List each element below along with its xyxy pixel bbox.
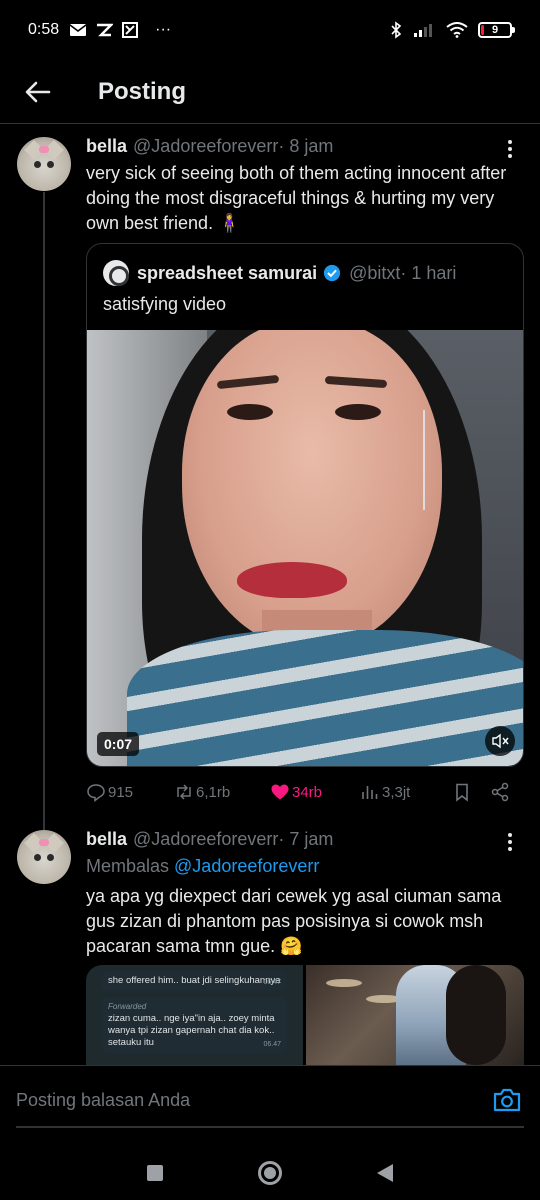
post-timestamp: · 7 jam xyxy=(278,829,334,849)
notification-icons: ··· xyxy=(69,21,171,39)
avatar[interactable] xyxy=(17,830,71,884)
app-icon xyxy=(97,23,114,37)
arrow-left-icon xyxy=(25,81,51,102)
share-button[interactable] xyxy=(490,782,510,802)
chat-message-text: she offered him.. buat jdi selingkuhanny… xyxy=(108,975,281,986)
author-name[interactable]: bella xyxy=(86,829,127,850)
home-button[interactable] xyxy=(257,1160,282,1185)
repost-count: 6,1rb xyxy=(196,783,231,801)
camera-button[interactable] xyxy=(492,1086,522,1116)
share-icon xyxy=(491,782,509,802)
avatar[interactable] xyxy=(17,137,71,191)
view-count: 3,3jt xyxy=(382,783,411,801)
like-count: 34rb xyxy=(292,783,323,801)
views-button[interactable]: 3,3jt xyxy=(360,782,452,802)
quoted-author-handle: @bitxt xyxy=(349,262,401,283)
media-photo[interactable] xyxy=(306,965,524,1065)
quoted-post-text: satisfying video xyxy=(103,294,227,314)
media-grid: she offered him.. buat jdi selingkuhanny… xyxy=(86,965,524,1065)
video-player[interactable]: 0:07 xyxy=(87,330,523,766)
recents-button[interactable] xyxy=(147,1164,164,1181)
page-title: Posting xyxy=(98,77,186,105)
chat-message-time: 06.47 xyxy=(263,979,281,986)
post-text: ya apa yg diexpect dari cewek yg asal ci… xyxy=(86,886,502,956)
bookmark-icon xyxy=(456,783,468,802)
quoted-author-name: spreadsheet samurai xyxy=(137,262,318,283)
reply-compose-bar: Posting balasan Anda xyxy=(0,1065,540,1145)
status-bar: 0:58 ··· 9 xyxy=(0,0,540,60)
battery-percent: 9 xyxy=(491,24,499,36)
media-chat-screenshot[interactable]: she offered him.. buat jdi selingkuhanny… xyxy=(86,965,303,1065)
quoted-post-header: spreadsheet samurai @bitxt · 1 hari xyxy=(103,260,456,286)
reply-button[interactable]: 915 xyxy=(86,782,174,802)
system-icons: 9 xyxy=(390,21,515,39)
bookmark-button[interactable] xyxy=(452,782,490,802)
repost-button[interactable]: 6,1rb xyxy=(174,782,270,802)
heart-filled-icon xyxy=(271,784,289,800)
video-time-badge: 0:07 xyxy=(97,732,140,756)
post-text: very sick of seeing both of them acting … xyxy=(86,163,507,233)
status-time: 0:58 xyxy=(28,21,60,38)
repost-icon xyxy=(177,784,191,800)
input-underline xyxy=(16,1126,524,1128)
mail-icon xyxy=(69,24,87,36)
replying-to-mention[interactable]: @Jadoreeforeverr xyxy=(174,856,319,876)
post-timestamp: · 8 jam xyxy=(278,136,334,156)
mute-button[interactable] xyxy=(485,726,515,756)
back-button[interactable] xyxy=(0,60,76,124)
more-options-icon[interactable] xyxy=(500,137,520,161)
speaker-muted-icon xyxy=(492,733,509,749)
post-actions-bar: 915 6,1rb 34rb 3,3jt xyxy=(86,780,524,804)
chat-message-time: 06.47 xyxy=(263,1041,281,1048)
app-icon-2 xyxy=(122,22,139,38)
analytics-icon xyxy=(362,786,378,799)
signal-icon xyxy=(414,24,432,37)
author-handle[interactable]: @Jadoreeforeverr xyxy=(133,829,278,850)
reply-input[interactable]: Posting balasan Anda xyxy=(16,1090,190,1111)
like-button[interactable]: 34rb xyxy=(270,782,360,802)
thread-connector-line xyxy=(43,192,45,830)
author-handle[interactable]: @Jadoreeforeverr xyxy=(133,136,278,157)
more-notifications-icon: ··· xyxy=(155,21,172,38)
replying-to-label: Membalas xyxy=(86,856,175,876)
quoted-timestamp: · 1 hari xyxy=(400,262,457,283)
quoted-post[interactable]: spreadsheet samurai @bitxt · 1 hari sati… xyxy=(86,243,524,767)
forwarded-label: Forwarded xyxy=(108,1002,147,1011)
chat-message-text: zizan cuma.. nge iya"in aja.. zoey minta… xyxy=(108,1013,275,1048)
chat-message: Forwarded zizan cuma.. nge iya"in aja.. … xyxy=(102,997,287,1053)
battery-icon: 9 xyxy=(478,22,515,38)
quoted-avatar xyxy=(103,260,129,286)
reply-count: 915 xyxy=(108,783,134,801)
post-header: bella @Jadoreeforeverr · 8 jam xyxy=(86,136,333,157)
replying-to: Membalas @Jadoreeforeverr xyxy=(86,856,319,877)
chat-message: she offered him.. buat jdi selingkuhanny… xyxy=(102,971,287,991)
system-back-button[interactable] xyxy=(376,1163,393,1182)
top-app-bar: Posting xyxy=(0,60,540,124)
verified-badge-icon xyxy=(323,264,341,282)
camera-icon xyxy=(493,1088,521,1112)
post-header: bella @Jadoreeforeverr · 7 jam xyxy=(86,829,333,850)
bluetooth-icon xyxy=(391,21,402,39)
author-name[interactable]: bella xyxy=(86,136,127,157)
more-options-icon[interactable] xyxy=(500,830,520,854)
battery-level xyxy=(481,25,484,35)
system-navigation-bar xyxy=(0,1145,540,1200)
reply-icon xyxy=(87,784,105,802)
wifi-icon xyxy=(446,22,468,38)
